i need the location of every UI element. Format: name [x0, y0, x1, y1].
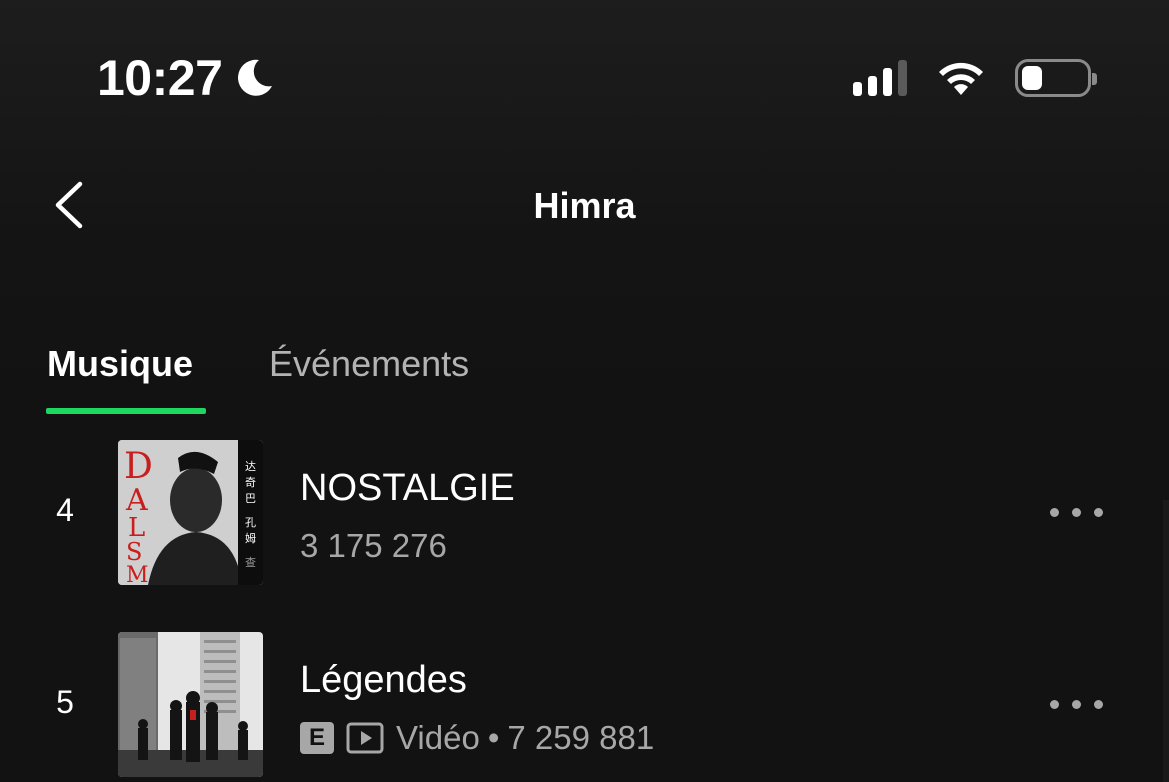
- screen: 10:27 Himra Musique Événements 4 达 奇 巴 孔…: [0, 0, 1169, 782]
- page-title: Himra: [533, 185, 636, 226]
- status-time: 10:27: [97, 50, 276, 106]
- more-dot: [1072, 508, 1081, 517]
- cover-side-text: 孔: [245, 516, 256, 529]
- more-dot: [1094, 508, 1103, 517]
- cover-side-text: 达: [245, 460, 256, 473]
- track-meta: E Vidéo • 7 259 881: [300, 718, 654, 758]
- signal-bar: [883, 68, 892, 96]
- cover-logo: D: [124, 446, 153, 487]
- signal-bar: [868, 76, 877, 96]
- wifi-icon: [939, 62, 983, 95]
- cellular-signal-icon: [853, 60, 907, 96]
- signal-bar: [898, 60, 907, 96]
- meta-separator: •: [487, 719, 500, 756]
- more-options-button[interactable]: [1050, 700, 1103, 709]
- track-plays: 3 175 276: [300, 527, 447, 564]
- track-row[interactable]: 4 达 奇 巴 孔 姆 查 D A L S M NOSTALGIE 3 175 …: [0, 440, 1169, 590]
- battery-icon: [1015, 59, 1097, 97]
- explicit-badge: E: [300, 722, 334, 754]
- album-cover: 达 奇 巴 孔 姆 查 D A L S M: [118, 440, 263, 585]
- tab-bar: Musique Événements: [47, 340, 469, 388]
- more-options-button[interactable]: [1050, 508, 1103, 517]
- cover-logo: M: [126, 563, 149, 585]
- signal-bar: [853, 82, 862, 96]
- track-plays: 7 259 881: [507, 719, 655, 756]
- track-row[interactable]: 5 Légendes E Vidéo • 7 259 881: [0, 632, 1169, 782]
- track-title: NOSTALGIE: [300, 467, 515, 509]
- track-meta: 3 175 276: [300, 526, 447, 566]
- album-cover: [118, 632, 263, 777]
- track-rank: 5: [56, 684, 74, 720]
- more-dot: [1050, 700, 1059, 709]
- status-time-text: 10:27: [97, 50, 223, 106]
- cover-side-text: 查: [245, 555, 256, 569]
- cover-logo: S: [126, 538, 142, 566]
- cover-side-text: 巴: [245, 492, 256, 505]
- status-icons: [853, 58, 1097, 98]
- battery-nub: [1092, 73, 1097, 85]
- track-rank: 4: [56, 492, 74, 528]
- cover-side-text: 奇: [245, 476, 256, 489]
- battery-level: [1022, 66, 1042, 90]
- tab-musique[interactable]: Musique: [47, 340, 193, 388]
- video-icon: [346, 722, 384, 754]
- video-label: Vidéo: [396, 719, 480, 756]
- track-title: Légendes: [300, 659, 467, 701]
- cover-side-text: 姆: [245, 531, 256, 545]
- scrollbar-track[interactable]: [1163, 500, 1169, 782]
- moon-icon: [238, 59, 273, 96]
- album-cover-art: 达 奇 巴 孔 姆 查 D A L S M: [118, 440, 263, 585]
- album-cover-art: [118, 632, 263, 777]
- more-dot: [1094, 700, 1103, 709]
- tab-evenements[interactable]: Événements: [269, 340, 469, 388]
- more-dot: [1072, 700, 1081, 709]
- active-tab-indicator: [46, 408, 206, 414]
- more-dot: [1050, 508, 1059, 517]
